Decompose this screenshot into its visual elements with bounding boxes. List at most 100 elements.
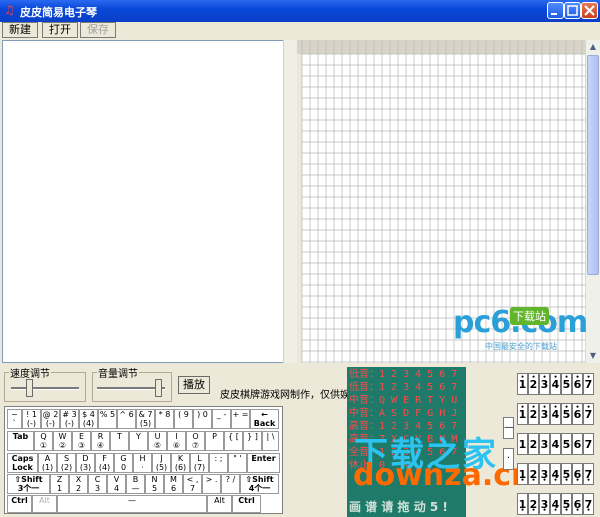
- digit-key[interactable]: 1: [517, 433, 528, 455]
- key-2-12[interactable]: Enter: [247, 453, 280, 473]
- key-3-11[interactable]: ⇧Shift 4个一: [240, 474, 279, 494]
- key-4-3[interactable]: Alt: [207, 495, 232, 513]
- key-2-1[interactable]: A (1): [38, 453, 57, 473]
- key-4-4[interactable]: Ctrl: [232, 495, 261, 513]
- key-3-6[interactable]: N5: [145, 474, 164, 494]
- key-2-6[interactable]: H ·: [133, 453, 152, 473]
- key-1-0[interactable]: Tab: [7, 431, 34, 451]
- save-button[interactable]: 保存: [80, 22, 116, 38]
- key-0-2[interactable]: @ 2 (-): [41, 409, 60, 429]
- key-2-2[interactable]: S (2): [57, 453, 76, 473]
- score-text-area[interactable]: [2, 40, 295, 363]
- digit-key[interactable]: 4 •: [550, 493, 561, 515]
- key-2-8[interactable]: K (6): [171, 453, 190, 473]
- digit-key[interactable]: 2 •: [528, 463, 539, 485]
- key-1-12[interactable]: } ]: [243, 431, 262, 451]
- key-3-4[interactable]: V4: [107, 474, 126, 494]
- key-2-10[interactable]: : ;: [209, 453, 228, 473]
- digit-key[interactable]: 7 •: [583, 403, 594, 425]
- digit-key[interactable]: 6 •: [572, 403, 583, 425]
- key-4-2[interactable]: —: [57, 495, 207, 513]
- key-3-9[interactable]: > .: [202, 474, 221, 494]
- dot-button[interactable]: ·: [503, 448, 514, 470]
- key-1-7[interactable]: U⑤: [148, 431, 167, 451]
- digit-key[interactable]: 1 •: [517, 493, 528, 515]
- key-0-12[interactable]: + =: [231, 409, 250, 429]
- key-4-1[interactable]: Alt: [32, 495, 57, 513]
- new-button[interactable]: 新建: [2, 22, 38, 38]
- key-3-8[interactable]: < ,7: [183, 474, 202, 494]
- key-1-3[interactable]: E③: [72, 431, 91, 451]
- key-0-6[interactable]: ^ 6: [117, 409, 136, 429]
- key-2-9[interactable]: L (7): [190, 453, 209, 473]
- digit-key[interactable]: 3 •: [539, 403, 550, 425]
- minimize-button[interactable]: [547, 2, 564, 19]
- digit-key[interactable]: 2 •: [528, 403, 539, 425]
- digit-key[interactable]: 4: [550, 433, 561, 455]
- key-1-2[interactable]: W②: [53, 431, 72, 451]
- play-button[interactable]: 播放: [178, 376, 210, 394]
- close-button[interactable]: [581, 2, 598, 19]
- maximize-button[interactable]: [564, 2, 581, 19]
- key-0-3[interactable]: # 3 (-): [60, 409, 79, 429]
- key-3-3[interactable]: C3: [88, 474, 107, 494]
- digit-key[interactable]: 2 •: [528, 373, 539, 395]
- key-3-0[interactable]: ⇧Shift 3个一: [7, 474, 50, 494]
- digit-key[interactable]: 1 •: [517, 463, 528, 485]
- key-0-10[interactable]: ) 0: [193, 409, 212, 429]
- digit-key[interactable]: 2: [528, 433, 539, 455]
- key-4-0[interactable]: Ctrl: [7, 495, 32, 513]
- digit-key[interactable]: 5 •: [561, 493, 572, 515]
- scroll-thumb[interactable]: [587, 55, 599, 275]
- key-2-5[interactable]: G0: [114, 453, 133, 473]
- digit-key[interactable]: 7: [583, 433, 594, 455]
- dash-button[interactable]: —: [503, 417, 514, 439]
- key-3-7[interactable]: M6: [164, 474, 183, 494]
- key-1-6[interactable]: Y: [129, 431, 148, 451]
- digit-key[interactable]: 4 •: [550, 403, 561, 425]
- digit-key[interactable]: 1 •: [517, 403, 528, 425]
- digit-key[interactable]: 3: [539, 433, 550, 455]
- key-0-4[interactable]: $ 4 (4): [79, 409, 98, 429]
- digit-key[interactable]: 5 •: [561, 373, 572, 395]
- grid-scrollbar[interactable]: ▲ ▼: [585, 40, 600, 363]
- key-0-9[interactable]: ( 9: [174, 409, 193, 429]
- key-0-7[interactable]: & 7 (5): [136, 409, 155, 429]
- key-3-1[interactable]: Z1: [50, 474, 69, 494]
- digit-key[interactable]: 6 •: [572, 463, 583, 485]
- digit-key[interactable]: 6 •: [572, 493, 583, 515]
- digit-key[interactable]: 4 •: [550, 463, 561, 485]
- key-2-11[interactable]: " ': [228, 453, 247, 473]
- speed-slider[interactable]: [26, 379, 34, 397]
- volume-slider[interactable]: [154, 379, 162, 397]
- key-1-11[interactable]: { [: [224, 431, 243, 451]
- digit-key[interactable]: 7 •: [583, 463, 594, 485]
- key-0-11[interactable]: _ -: [212, 409, 231, 429]
- key-0-5[interactable]: % 5: [98, 409, 117, 429]
- open-button[interactable]: 打开: [42, 22, 78, 38]
- digit-key[interactable]: 1 •: [517, 373, 528, 395]
- score-scrollbar[interactable]: [283, 40, 297, 363]
- key-1-10[interactable]: P: [205, 431, 224, 451]
- key-0-8[interactable]: * 8: [155, 409, 174, 429]
- digit-key[interactable]: 3 •: [539, 463, 550, 485]
- key-1-13[interactable]: | \: [262, 431, 279, 451]
- digit-key[interactable]: 7 •: [583, 373, 594, 395]
- scroll-down-icon[interactable]: ▼: [587, 349, 599, 363]
- key-0-0[interactable]: ~ `: [7, 409, 22, 429]
- key-1-9[interactable]: O⑦: [186, 431, 205, 451]
- key-0-1[interactable]: ! 1 (-): [22, 409, 41, 429]
- key-2-3[interactable]: D (3): [76, 453, 95, 473]
- key-2-4[interactable]: F (4): [95, 453, 114, 473]
- key-3-5[interactable]: B —: [126, 474, 145, 494]
- digit-key[interactable]: 6: [572, 433, 583, 455]
- key-2-7[interactable]: J (5): [152, 453, 171, 473]
- key-3-2[interactable]: X2: [69, 474, 88, 494]
- scroll-up-icon[interactable]: ▲: [587, 40, 599, 54]
- key-0-13[interactable]: ← Back: [250, 409, 279, 429]
- digit-key[interactable]: 3 •: [539, 493, 550, 515]
- key-1-4[interactable]: R④: [91, 431, 110, 451]
- key-1-5[interactable]: T: [110, 431, 129, 451]
- digit-key[interactable]: 6 •: [572, 373, 583, 395]
- key-3-10[interactable]: ? /: [221, 474, 240, 494]
